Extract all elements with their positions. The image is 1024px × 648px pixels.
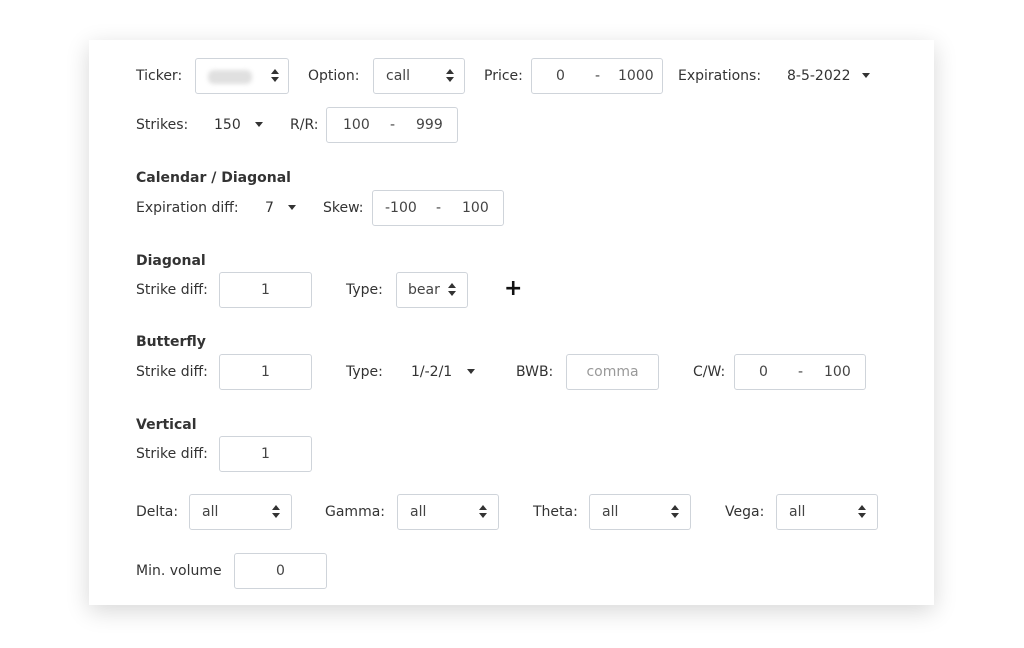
bwb-label: BWB: (516, 364, 554, 380)
rr-max-input[interactable]: 999 (416, 108, 443, 142)
diagonal-type-value: bear (408, 282, 440, 298)
bwb-input[interactable]: comma (566, 354, 659, 390)
select-arrows-icon (858, 505, 866, 519)
butterfly-type-label: Type: (346, 364, 383, 380)
option-select[interactable]: call (373, 58, 465, 94)
price-label: Price: (484, 68, 523, 84)
calendar-diagonal-heading: Calendar / Diagonal (136, 170, 291, 186)
filter-panel: Ticker: Option: call Price: 0 - 1000 Exp… (89, 40, 934, 605)
cw-label: C/W: (693, 364, 726, 380)
vertical-strike-diff-value: 1 (261, 446, 270, 462)
vega-select[interactable]: all (776, 494, 878, 530)
add-icon[interactable]: + (504, 278, 522, 300)
gamma-label: Gamma: (325, 504, 385, 520)
min-volume-label: Min. volume (136, 563, 222, 579)
price-min-input[interactable]: 0 (556, 59, 565, 93)
strikes-dropdown[interactable]: 150 (214, 116, 241, 134)
skew-label: Skew: (323, 200, 364, 216)
diagonal-strike-diff-value: 1 (261, 282, 270, 298)
skew-range[interactable]: -100 - 100 (372, 190, 504, 226)
ticker-select[interactable] (195, 58, 289, 94)
expirations-dropdown[interactable]: 8-5-2022 (787, 67, 851, 85)
theta-value: all (602, 504, 619, 520)
theta-select[interactable]: all (589, 494, 691, 530)
chevron-down-icon[interactable] (288, 205, 296, 210)
vertical-strike-diff-label: Strike diff: (136, 446, 208, 462)
price-range[interactable]: 0 - 1000 (531, 58, 663, 94)
select-arrows-icon (479, 505, 487, 519)
rr-range[interactable]: 100 - 999 (326, 107, 458, 143)
range-separator: - (595, 68, 601, 84)
theta-label: Theta: (533, 504, 578, 520)
expiration-diff-dropdown[interactable]: 7 (265, 199, 274, 217)
option-value: call (386, 68, 411, 84)
butterfly-strike-diff-value: 1 (261, 364, 270, 380)
min-volume-input[interactable]: 0 (234, 553, 327, 589)
gamma-value: all (410, 504, 427, 520)
ticker-label: Ticker: (136, 68, 183, 84)
range-separator: - (436, 200, 442, 216)
chevron-down-icon[interactable] (467, 369, 475, 374)
select-arrows-icon (448, 283, 456, 297)
range-separator: - (798, 364, 804, 380)
select-arrows-icon (671, 505, 679, 519)
option-label: Option: (308, 68, 360, 84)
delta-select[interactable]: all (189, 494, 292, 530)
butterfly-heading: Butterfly (136, 334, 206, 350)
diagonal-type-label: Type: (346, 282, 383, 298)
butterfly-type-dropdown[interactable]: 1/-2/1 (411, 363, 452, 381)
ticker-value-blurred (208, 70, 252, 84)
delta-label: Delta: (136, 504, 179, 520)
diagonal-type-select[interactable]: bear (396, 272, 468, 308)
gamma-select[interactable]: all (397, 494, 499, 530)
select-arrows-icon (446, 69, 454, 83)
expirations-label: Expirations: (678, 68, 762, 84)
min-volume-value: 0 (276, 563, 285, 579)
diagonal-strike-diff-input[interactable]: 1 (219, 272, 312, 308)
strikes-label: Strikes: (136, 117, 189, 133)
skew-max-input[interactable]: 100 (462, 191, 489, 225)
vertical-strike-diff-input[interactable]: 1 (219, 436, 312, 472)
rr-label: R/R: (290, 117, 319, 133)
select-arrows-icon (271, 69, 279, 83)
butterfly-strike-diff-input[interactable]: 1 (219, 354, 312, 390)
delta-value: all (202, 504, 219, 520)
vega-value: all (789, 504, 806, 520)
skew-min-input[interactable]: -100 (385, 191, 417, 225)
chevron-down-icon[interactable] (255, 122, 263, 127)
butterfly-strike-diff-label: Strike diff: (136, 364, 208, 380)
vertical-heading: Vertical (136, 417, 197, 433)
bwb-placeholder: comma (586, 364, 639, 380)
cw-range[interactable]: 0 - 100 (734, 354, 866, 390)
vega-label: Vega: (725, 504, 765, 520)
chevron-down-icon[interactable] (862, 73, 870, 78)
diagonal-strike-diff-label: Strike diff: (136, 282, 208, 298)
range-separator: - (390, 117, 396, 133)
price-max-input[interactable]: 1000 (618, 59, 654, 93)
rr-min-input[interactable]: 100 (343, 108, 370, 142)
diagonal-heading: Diagonal (136, 253, 206, 269)
select-arrows-icon (272, 505, 280, 519)
cw-min-input[interactable]: 0 (759, 355, 768, 389)
expiration-diff-label: Expiration diff: (136, 200, 239, 216)
cw-max-input[interactable]: 100 (824, 355, 851, 389)
